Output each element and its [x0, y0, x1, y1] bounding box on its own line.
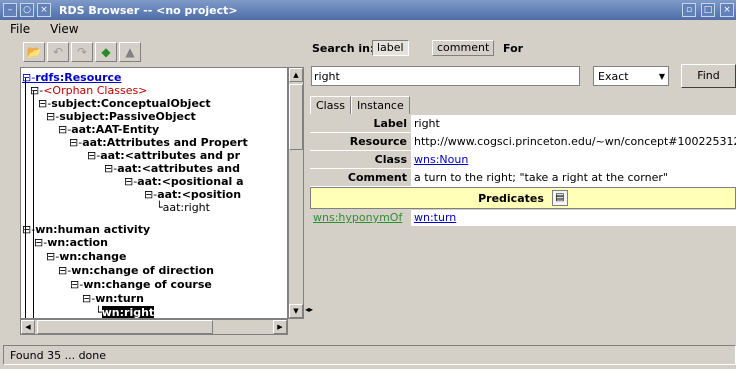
scroll-left-icon[interactable]: ◀: [21, 320, 35, 334]
tree-guide: [25, 78, 26, 318]
class-key: Class: [374, 153, 407, 166]
menu-bar: File View: [0, 22, 89, 38]
label-key: Label: [373, 117, 407, 130]
resource-key: Resource: [349, 135, 407, 148]
menu-file[interactable]: File: [0, 22, 40, 38]
tree-node[interactable]: ⊟-aat:<positional a: [124, 175, 244, 188]
tree-node[interactable]: └aat:right: [156, 201, 210, 214]
predicate-value-link[interactable]: wn:turn: [411, 210, 736, 226]
property-row: Label right: [310, 115, 736, 133]
class-tree[interactable]: ⊟-rdfs:Resource ⊟-<Orphan Classes> ⊟-sub…: [20, 67, 288, 319]
search-label-toggle[interactable]: label: [372, 40, 409, 56]
toolbar: 📂 ↶ ↷ ◆ ▲: [23, 42, 141, 62]
tab-instance[interactable]: Instance: [350, 96, 410, 114]
label-value: right: [411, 115, 736, 132]
instance-properties: Label right Resource http://www.cogsci.p…: [310, 115, 736, 226]
dropdown-arrow-icon: ▼: [658, 72, 665, 81]
tree-node[interactable]: ⊟-aat:Attributes and Propert: [69, 136, 248, 149]
match-mode-select[interactable]: Exact ▼: [593, 66, 669, 86]
sticky-icon[interactable]: ×: [37, 3, 51, 17]
tree-vertical-scrollbar[interactable]: ▲ ▼: [288, 67, 304, 319]
scroll-down-icon[interactable]: ▼: [289, 304, 303, 318]
predicate-row: wns:hyponymOf wn:turn: [310, 210, 736, 226]
tree-node[interactable]: ⊟-aat:<attributes and: [104, 162, 240, 175]
class-value-link[interactable]: wns:Noun: [411, 151, 736, 168]
scroll-right-icon[interactable]: ▶: [273, 320, 287, 334]
tree-node[interactable]: ⊟-wn:turn: [82, 292, 144, 305]
window-title: RDS Browser -- <no project>: [59, 3, 238, 17]
down-icon[interactable]: ◆: [95, 42, 117, 62]
for-label: For: [503, 42, 524, 55]
tree-node[interactable]: ⊟-aat:AAT-Entity: [58, 123, 159, 136]
open-folder-icon[interactable]: 📂: [23, 42, 45, 62]
property-row: Resource http://www.cogsci.princeton.edu…: [310, 133, 736, 151]
tree-node[interactable]: ⊟-wn:change: [46, 250, 127, 263]
tree-node-selected[interactable]: └wn:right: [95, 306, 155, 318]
tree-node[interactable]: ⊟-wn:change of direction: [58, 264, 214, 277]
property-row: Comment a turn to the right; "take a rig…: [310, 169, 736, 187]
scroll-thumb[interactable]: [37, 320, 213, 334]
search-comment-toggle[interactable]: comment: [432, 40, 495, 56]
close-icon[interactable]: ×: [720, 3, 734, 17]
search-input[interactable]: [311, 66, 580, 86]
search-in-label: Search in:: [312, 42, 375, 55]
tree-node[interactable]: ⊟-wn:human activity: [22, 223, 150, 236]
predicates-header: Predicates ▤: [310, 187, 736, 209]
shade-icon[interactable]: ○: [20, 3, 34, 17]
predicate-key-link[interactable]: wns:hyponymOf: [310, 210, 411, 226]
window-menu-icon[interactable]: –: [3, 3, 17, 17]
find-button[interactable]: Find: [681, 64, 736, 88]
forward-icon[interactable]: ↷: [71, 42, 93, 62]
tab-class[interactable]: Class: [310, 96, 351, 114]
tree-horizontal-scrollbar[interactable]: ◀ ▶: [20, 319, 288, 335]
maximize-icon[interactable]: □: [701, 3, 715, 17]
predicates-title: Predicates: [478, 191, 544, 205]
title-bar: – ○ × RDS Browser -- <no project> ▫ □ ×: [0, 0, 736, 20]
comment-value: a turn to the right; "take a right at th…: [411, 169, 736, 186]
tree-node[interactable]: ⊟-aat:<attributes and pr: [87, 149, 240, 162]
tree-node[interactable]: ⊟-wn:action: [34, 236, 108, 249]
scroll-thumb[interactable]: [289, 84, 303, 150]
up-icon[interactable]: ▲: [119, 42, 141, 62]
tree-node[interactable]: ⊟-rdfs:Resource: [22, 71, 122, 84]
tree-node[interactable]: ⊟-wn:change of course: [70, 278, 212, 291]
comment-key: Comment: [347, 171, 407, 184]
splitter-handle-icon[interactable]: ◂▸: [305, 305, 313, 314]
back-icon[interactable]: ↶: [47, 42, 69, 62]
tree-node[interactable]: ⊟-subject:PassiveObject: [46, 110, 196, 123]
match-mode-value: Exact: [598, 70, 629, 83]
property-row: Class wns:Noun: [310, 151, 736, 169]
minimize-icon[interactable]: ▫: [682, 3, 696, 17]
document-icon[interactable]: ▤: [551, 190, 568, 206]
scroll-up-icon[interactable]: ▲: [289, 68, 303, 82]
menu-view[interactable]: View: [40, 22, 88, 38]
tabs: Class Instance: [310, 96, 410, 114]
tree-guide: [33, 91, 34, 233]
tree-node[interactable]: ⊟-<Orphan Classes>: [30, 84, 147, 97]
tree-node[interactable]: ⊟-subject:ConceptualObject: [38, 97, 211, 110]
resource-value: http://www.cogsci.princeton.edu/~wn/conc…: [411, 133, 736, 150]
status-bar: Found 35 ... done: [3, 345, 736, 365]
tree-node[interactable]: ⊟-aat:<position: [144, 188, 241, 201]
